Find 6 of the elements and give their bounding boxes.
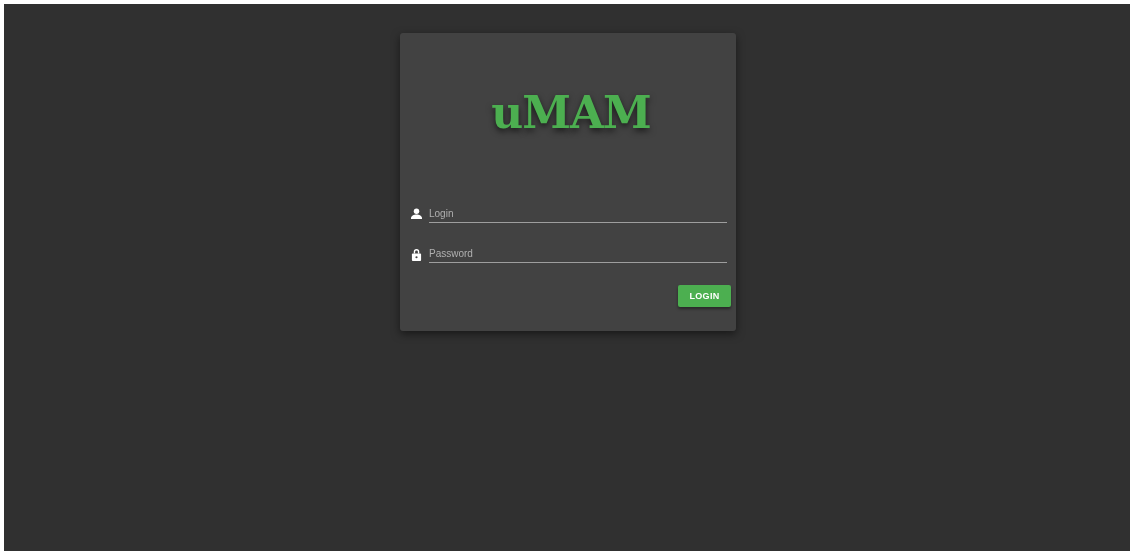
person-icon (411, 207, 422, 221)
login-field[interactable]: Login (429, 205, 727, 223)
login-button[interactable]: LOGIN (678, 285, 731, 307)
password-field[interactable]: Password (429, 245, 727, 263)
lock-icon (411, 247, 422, 261)
logo-text: uMAM (491, 91, 651, 135)
